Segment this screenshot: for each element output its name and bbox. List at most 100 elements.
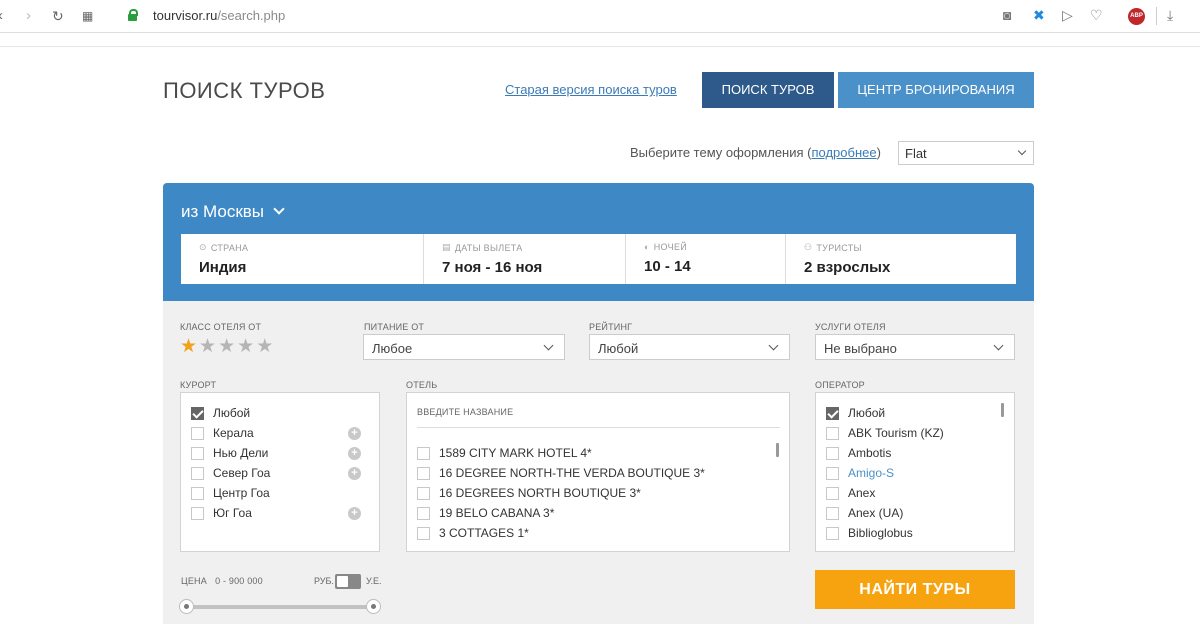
checkbox[interactable] <box>826 466 839 480</box>
hotel-search-input[interactable]: ВВЕДИТЕ НАЗВАНИЕ <box>417 407 513 417</box>
checkbox[interactable] <box>417 486 430 500</box>
checkbox[interactable] <box>191 426 204 440</box>
operator-item-label: Biblioglobus <box>848 526 913 540</box>
hotel-class-stars[interactable]: ★ ★ ★ ★ ★ <box>180 337 273 357</box>
resort-item[interactable]: Юг Гоа <box>191 505 252 521</box>
expand-plus-icon[interactable]: + <box>348 447 361 460</box>
star-icon[interactable]: ★ <box>199 337 216 357</box>
tabs-grid-icon[interactable]: ▦ <box>82 6 93 26</box>
field-tourists[interactable]: ⚇ ТУРИСТЫ 2 взрослых <box>786 234 1016 284</box>
operator-item[interactable]: Ambotis <box>826 445 891 461</box>
reload-icon[interactable]: ↻ <box>52 6 64 26</box>
operator-list-scrollbar[interactable] <box>1001 403 1004 417</box>
download-icon[interactable]: ⤓ <box>1167 7 1173 24</box>
camera-icon[interactable]: ◙ <box>1003 7 1011 23</box>
star-icon[interactable]: ★ <box>180 337 197 357</box>
theme-label-close: ) <box>876 145 881 160</box>
checkbox[interactable] <box>826 526 839 540</box>
hotel-search-underline <box>417 427 780 428</box>
field-dates[interactable]: ▤ ДАТЫ ВЫЛЕТА 7 ноя - 16 ноя <box>424 234 626 284</box>
hotel-item[interactable]: 16 DEGREE NORTH-THE VERDA BOUTIQUE 3* <box>417 465 705 481</box>
resort-item[interactable]: Север Гоа <box>191 465 270 481</box>
checkbox[interactable] <box>191 446 204 460</box>
pin-icon: ⊙ <box>199 242 207 252</box>
price-slider-max-handle[interactable] <box>366 599 381 614</box>
operator-item-label: Ambotis <box>848 446 892 460</box>
checkbox[interactable] <box>826 446 839 460</box>
moon-icon: ◐ <box>644 242 650 252</box>
operator-item[interactable]: Amigo-S <box>826 465 894 481</box>
checkbox[interactable] <box>826 406 839 420</box>
find-tours-button[interactable]: НАЙТИ ТУРЫ <box>815 570 1015 609</box>
star-icon[interactable]: ★ <box>256 337 273 357</box>
price-slider-min-handle[interactable] <box>179 599 194 614</box>
operator-item[interactable]: Biblioglobus <box>826 525 913 541</box>
theme-details-link[interactable]: подробнее <box>811 145 876 160</box>
checkbox[interactable] <box>417 506 430 520</box>
calendar-icon: ▤ <box>442 242 451 252</box>
expand-plus-icon[interactable]: + <box>348 427 361 440</box>
send-icon[interactable]: ▷ <box>1062 7 1073 24</box>
tab-search-tours[interactable]: ПОИСК ТУРОВ <box>702 72 834 108</box>
currency-toggle[interactable] <box>335 574 361 589</box>
hotel-item[interactable]: 19 BELO CABANA 3* <box>417 505 554 521</box>
price-slider-track[interactable] <box>186 605 372 609</box>
resort-item[interactable]: Нью Дели <box>191 445 268 461</box>
meal-select[interactable]: Любое <box>363 334 565 360</box>
toolbar-divider <box>1156 7 1157 25</box>
checkbox[interactable] <box>417 526 430 540</box>
hotel-list: ВВЕДИТЕ НАЗВАНИЕ 1589 CITY MARK HOTEL 4*… <box>406 392 790 552</box>
currency-rub-label: РУБ. <box>314 576 334 586</box>
price-label: ЦЕНА 0 - 900 000 <box>181 576 263 586</box>
star-icon[interactable]: ★ <box>218 337 235 357</box>
hotel-item[interactable]: 1589 CITY MARK HOTEL 4* <box>417 445 592 461</box>
checkbox[interactable] <box>417 446 430 460</box>
services-select[interactable]: Не выбрано <box>815 334 1015 360</box>
tab-booking-center[interactable]: ЦЕНТР БРОНИРОВАНИЯ <box>838 72 1034 108</box>
operator-item[interactable]: Любой <box>826 405 885 421</box>
hotel-item-label: 16 DEGREES NORTH BOUTIQUE 3* <box>439 486 641 500</box>
theme-select[interactable]: Flat <box>898 141 1034 165</box>
currency-ue-label: У.Е. <box>366 576 382 586</box>
old-version-link[interactable]: Старая версия поиска туров <box>505 82 677 97</box>
theme-select-value: Flat <box>905 146 927 161</box>
checkbox[interactable] <box>191 406 204 420</box>
checkbox[interactable] <box>826 426 839 440</box>
resort-item-label: Центр Гоа <box>213 486 270 500</box>
chevron-down-icon <box>273 203 285 215</box>
operator-item[interactable]: Anex <box>826 485 875 501</box>
expand-plus-icon[interactable]: + <box>348 467 361 480</box>
shield-icon[interactable]: ✖ <box>1033 7 1045 24</box>
resort-item[interactable]: Керала <box>191 425 254 441</box>
checkbox[interactable] <box>417 466 430 480</box>
checkbox[interactable] <box>191 486 204 500</box>
checkbox[interactable] <box>191 506 204 520</box>
checkbox[interactable] <box>826 486 839 500</box>
field-nights[interactable]: ◐ НОЧЕЙ 10 - 14 <box>626 234 786 284</box>
resort-item-label: Любой <box>213 406 251 420</box>
operator-item[interactable]: ABK Tourism (KZ) <box>826 425 944 441</box>
hotel-list-scrollbar[interactable] <box>776 443 779 457</box>
url-host: tourvisor.ru <box>153 8 218 23</box>
lock-icon <box>128 9 138 21</box>
address-bar[interactable]: tourvisor.ru/search.php <box>153 8 285 23</box>
star-icon[interactable]: ★ <box>237 337 254 357</box>
operator-label: ОПЕРАТОР <box>815 380 865 390</box>
heart-icon[interactable]: ♡ <box>1090 7 1103 24</box>
checkbox[interactable] <box>191 466 204 480</box>
field-country[interactable]: ⊙ СТРАНА Индия <box>181 234 424 284</box>
expand-plus-icon[interactable]: + <box>348 507 361 520</box>
checkbox[interactable] <box>826 506 839 520</box>
resort-item[interactable]: Любой <box>191 405 250 421</box>
departure-city-select[interactable]: из Москвы <box>181 202 264 222</box>
back-icon[interactable]: ‹ <box>0 6 3 26</box>
rating-select[interactable]: Любой <box>589 334 790 360</box>
hotel-item[interactable]: 3 COTTAGES 1* <box>417 525 529 541</box>
adblock-icon[interactable]: ABP <box>1128 8 1145 25</box>
operator-item[interactable]: Anex (UA) <box>826 505 903 521</box>
forward-icon[interactable]: › <box>26 6 31 26</box>
resort-item[interactable]: Центр Гоа <box>191 485 270 501</box>
hotel-item-label: 19 BELO CABANA 3* <box>439 506 555 520</box>
resort-item-label: Юг Гоа <box>213 506 252 520</box>
hotel-item[interactable]: 16 DEGREES NORTH BOUTIQUE 3* <box>417 485 641 501</box>
